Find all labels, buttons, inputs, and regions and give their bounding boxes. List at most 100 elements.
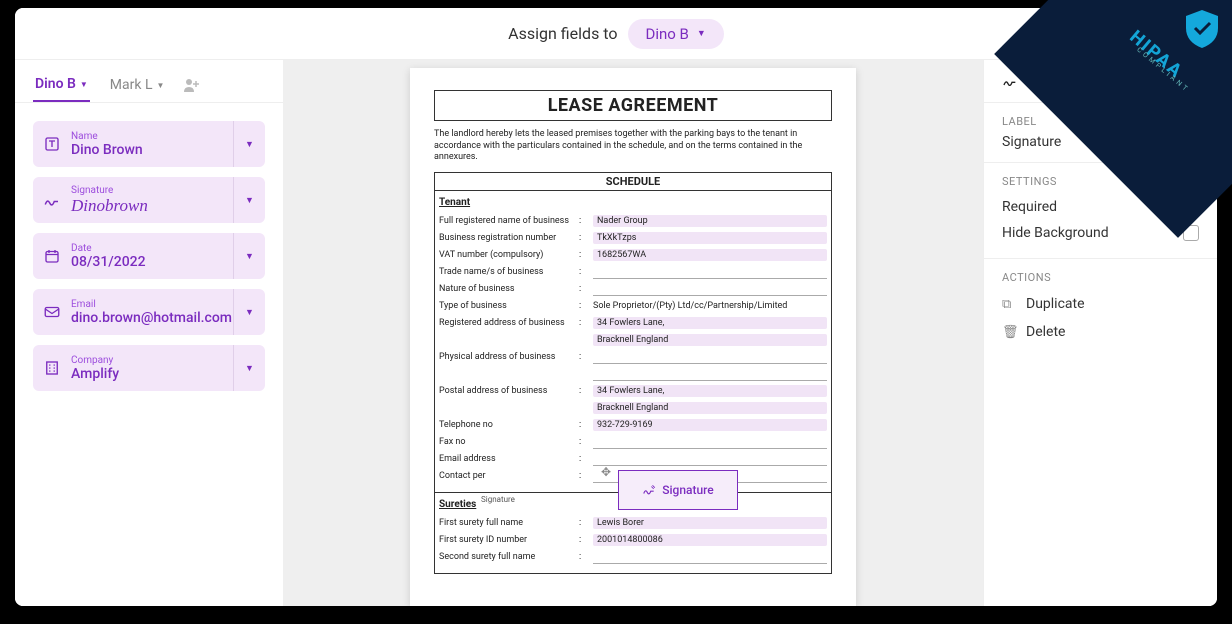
form-row: Fax no: [439, 433, 827, 450]
top-bar: Assign fields to Dino B ▼ [15, 8, 1217, 60]
sureties-section: Sureties First surety full name:Lewis Bo… [434, 493, 832, 574]
form-label: Registered address of business [439, 318, 579, 328]
form-label: Type of business [439, 301, 579, 311]
colon: : [579, 250, 593, 260]
form-value: 932-729-9169 [593, 419, 827, 431]
setting-label: Hide Background [1002, 225, 1109, 241]
form-label: Nature of business [439, 284, 579, 294]
form-label: Full registered name of business [439, 216, 579, 226]
tenant-section: Tenant Full registered name of business:… [434, 191, 832, 493]
field-card-company[interactable]: CompanyAmplify▼ [33, 345, 265, 391]
colon: : [579, 552, 593, 562]
signature-icon [33, 191, 71, 209]
form-row: Email address: [439, 450, 827, 467]
field-card-email[interactable]: Emaildino.brown@hotmail.com▼ [33, 289, 265, 335]
field-value: 08/31/2022 [71, 254, 233, 270]
action-duplicate[interactable]: ⧉ Duplicate [1002, 290, 1199, 318]
form-label: First surety ID number [439, 535, 579, 545]
delete-icon: 🗑 [1002, 325, 1016, 340]
form-row: Telephone no:932-729-9169 [439, 416, 827, 433]
chevron-down-icon: ▼ [157, 81, 165, 90]
setting-required[interactable]: Required ✓ [1002, 194, 1199, 220]
setting-label: Required [1002, 199, 1057, 215]
form-row: Nature of business: [439, 280, 827, 297]
form-value: Nader Group [593, 215, 827, 227]
form-row: Full registered name of business:Nader G… [439, 212, 827, 229]
signature-icon [1002, 73, 1018, 89]
form-value [593, 350, 827, 364]
field-value: dino.brown@hotmail.com [71, 310, 233, 326]
field-dropdown[interactable]: ▼ [233, 233, 265, 279]
form-value: Sole Proprietor/(Pty) Ltd/cc/Partnership… [593, 301, 827, 311]
field-card-date[interactable]: Date08/31/2022▼ [33, 233, 265, 279]
colon: : [579, 267, 593, 277]
rp-actions-section: ACTIONS ⧉ Duplicate 🗑 Delete [984, 259, 1217, 358]
field-dropdown[interactable]: ▼ [233, 345, 265, 391]
form-row: Trade name/s of business: [439, 263, 827, 280]
form-value: Bracknell England [593, 402, 827, 414]
document-canvas[interactable]: LEASE AGREEMENT The landlord hereby lets… [283, 60, 983, 606]
form-label: Postal address of business [439, 386, 579, 396]
tab-label: Dino B [35, 76, 76, 92]
tab-mark[interactable]: Mark L ▼ [108, 69, 167, 101]
sureties-heading: Sureties [439, 499, 827, 510]
form-row: Business registration number:TkXkTzps [439, 229, 827, 246]
field-dropdown[interactable]: ▼ [233, 289, 265, 335]
schedule-header: SCHEDULE [434, 172, 832, 191]
field-properties-panel: Signature LABEL Signature SETTINGS Requi… [983, 60, 1217, 606]
form-row: Registered address of business:34 Fowler… [439, 314, 827, 331]
field-text: NameDino Brown [71, 125, 233, 164]
chevron-down-icon: ▼ [697, 28, 706, 39]
form-label: Fax no [439, 437, 579, 447]
checkbox-icon[interactable] [1183, 225, 1199, 241]
colon: : [579, 535, 593, 545]
action-delete[interactable]: 🗑 Delete [1002, 318, 1199, 346]
form-value [593, 550, 827, 564]
left-sidebar: Dino B ▼ Mark L ▼ NameDino Brown▼Signatu… [15, 60, 283, 606]
form-row: First surety ID number:2001014800086 [439, 531, 827, 548]
form-label: First surety full name [439, 518, 579, 528]
form-value: Bracknell England [593, 334, 827, 346]
field-dropdown[interactable]: ▼ [233, 177, 265, 223]
field-text: SignatureDinobrown [71, 179, 233, 222]
label-value[interactable]: Signature [1002, 134, 1199, 150]
company-icon [33, 359, 71, 377]
form-value: TkXkTzps [593, 232, 827, 244]
field-label: Date [71, 243, 233, 254]
field-dropdown[interactable]: ▼ [233, 121, 265, 167]
action-label: Delete [1026, 324, 1065, 340]
assignee-dropdown[interactable]: Dino B ▼ [628, 19, 724, 49]
form-label: Second surety full name [439, 552, 579, 562]
add-signer-icon[interactable] [184, 78, 200, 92]
form-row: Type of business:Sole Proprietor/(Pty) L… [439, 297, 827, 314]
colon: : [579, 233, 593, 243]
form-label: VAT number (compulsory) [439, 250, 579, 260]
tenant-heading: Tenant [439, 197, 827, 208]
form-row: First surety full name:Lewis Borer [439, 514, 827, 531]
settings-heading: SETTINGS [1002, 175, 1199, 188]
checkbox-icon[interactable]: ✓ [1183, 199, 1199, 215]
duplicate-icon: ⧉ [1002, 297, 1016, 312]
tab-dino[interactable]: Dino B ▼ [33, 68, 90, 102]
mail-icon [33, 303, 71, 321]
form-label: Telephone no [439, 420, 579, 430]
signer-tabs: Dino B ▼ Mark L ▼ [15, 60, 283, 103]
setting-hide-background[interactable]: Hide Background [1002, 220, 1199, 246]
form-label: Physical address of business [439, 352, 579, 362]
form-row: VAT number (compulsory):1682567WA [439, 246, 827, 263]
field-label: Signature [71, 185, 233, 196]
tab-label: Mark L [110, 77, 153, 93]
field-card-signature[interactable]: SignatureDinobrown▼ [33, 177, 265, 223]
colon: : [579, 318, 593, 328]
drag-handle-icon[interactable]: ✥ [601, 465, 615, 479]
field-card-name[interactable]: NameDino Brown▼ [33, 121, 265, 167]
colon: : [579, 454, 593, 464]
field-label: Name [71, 131, 233, 142]
form-label: Business registration number [439, 233, 579, 243]
form-value [593, 265, 827, 279]
document-page: LEASE AGREEMENT The landlord hereby lets… [410, 68, 856, 606]
label-heading: LABEL [1002, 115, 1199, 128]
colon: : [579, 471, 593, 481]
colon: : [579, 437, 593, 447]
form-value: 2001014800086 [593, 534, 827, 546]
